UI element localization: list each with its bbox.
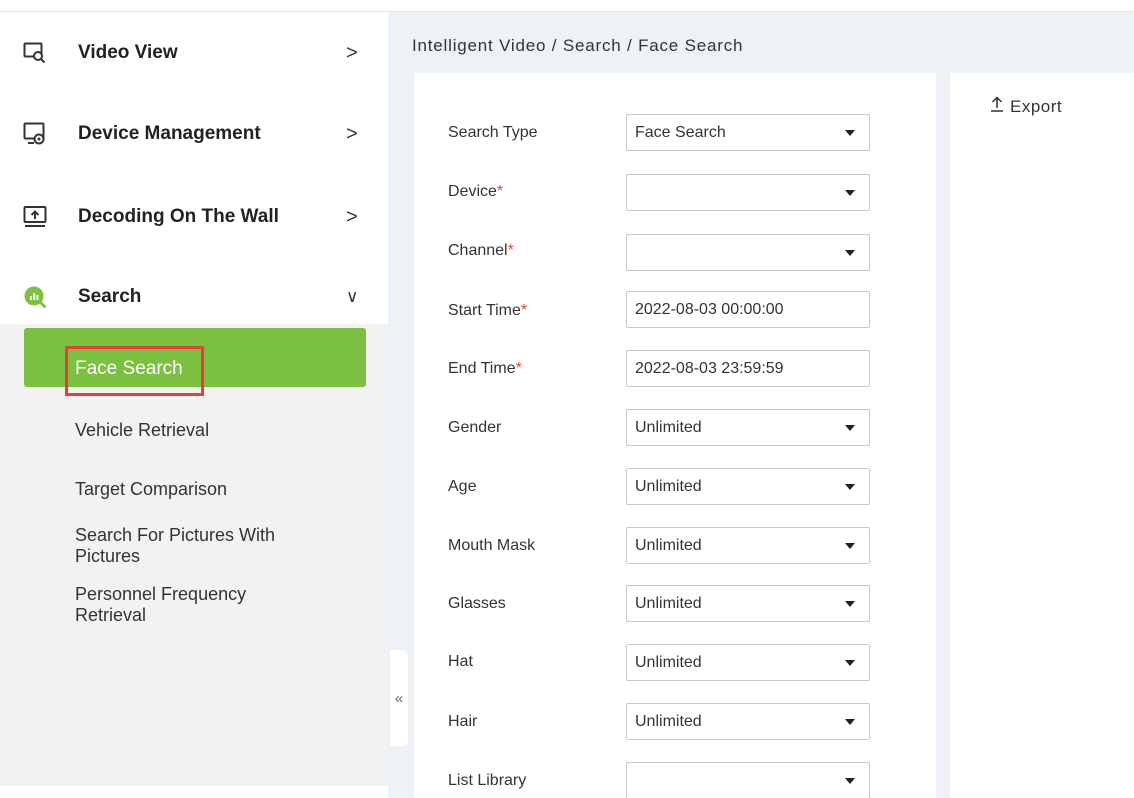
search-type-label: Search Type [448,124,538,141]
end-time-input[interactable]: 2022-08-03 23:59:59 [626,350,870,387]
chevron-down-icon: ∨ [346,287,359,306]
video-search-icon [22,40,48,66]
hair-select[interactable]: Unlimited [626,703,870,740]
list-library-label: List Library [448,772,527,789]
breadcrumb: Intelligent Video / Search / Face Search [412,36,744,55]
sidebar-item-decoding-on-the-wall[interactable]: Decoding On The Wall > [0,178,388,256]
chevron-right-icon: > [346,41,358,64]
caret-down-icon [845,778,855,784]
hat-label: Hat [448,653,473,670]
start-time-input[interactable]: 2022-08-03 00:00:00 [626,291,870,328]
export-button[interactable]: Export [990,96,1062,117]
sidebar-subitem-target-comparison[interactable]: Target Comparison [75,479,227,500]
age-label: Age [448,478,477,495]
hair-label: Hair [448,713,478,730]
caret-down-icon [845,425,855,431]
sidebar-subitem-label[interactable]: Face Search [65,346,204,396]
caret-down-icon [845,601,855,607]
sidebar-subitem-vehicle-retrieval[interactable]: Vehicle Retrieval [75,420,209,441]
sidebar-item-device-management[interactable]: Device Management > [0,95,388,173]
monitor-upload-icon [22,204,48,230]
top-bar [0,0,1134,12]
list-library-select[interactable] [626,762,870,798]
upload-arrow-icon [990,96,1004,117]
caret-down-icon [845,660,855,666]
device-select[interactable] [626,174,870,211]
caret-down-icon [845,250,855,256]
sidebar-item-label: Device Management [78,123,261,144]
gender-label: Gender [448,419,502,436]
collapse-sidebar-button[interactable]: « [390,650,408,746]
age-select[interactable]: Unlimited [626,468,870,505]
chevron-right-icon: > [346,122,358,145]
glasses-select[interactable]: Unlimited [626,585,870,622]
search-chart-icon [22,284,48,310]
sidebar-item-video-view[interactable]: Video View > [0,14,388,92]
device-settings-icon [22,121,48,147]
mouth-mask-label: Mouth Mask [448,537,536,554]
gender-select[interactable]: Unlimited [626,409,870,446]
caret-down-icon [845,719,855,725]
caret-down-icon [845,484,855,490]
device-label: Device* [448,183,504,200]
channel-label: Channel* [448,242,514,259]
hat-select[interactable]: Unlimited [626,644,870,681]
results-panel [950,73,1134,798]
channel-select[interactable] [626,234,870,271]
end-time-label: End Time* [448,360,522,377]
sidebar-item-label: Video View [78,42,178,63]
caret-down-icon [845,190,855,196]
glasses-label: Glasses [448,595,506,612]
start-time-label: Start Time* [448,302,528,319]
caret-down-icon [845,543,855,549]
sidebar-subitem-personnel-frequency[interactable]: Personnel Frequency Retrieval [75,584,305,626]
chevron-right-icon: > [346,205,358,228]
search-type-select[interactable]: Face Search [626,114,870,151]
export-label: Export [1010,96,1063,116]
sidebar-item-label: Search [78,286,142,307]
sidebar-item-label: Decoding On The Wall [78,206,279,227]
caret-down-icon [845,130,855,136]
sidebar-subitem-search-pictures[interactable]: Search For Pictures With Pictures [75,525,345,567]
mouth-mask-select[interactable]: Unlimited [626,527,870,564]
